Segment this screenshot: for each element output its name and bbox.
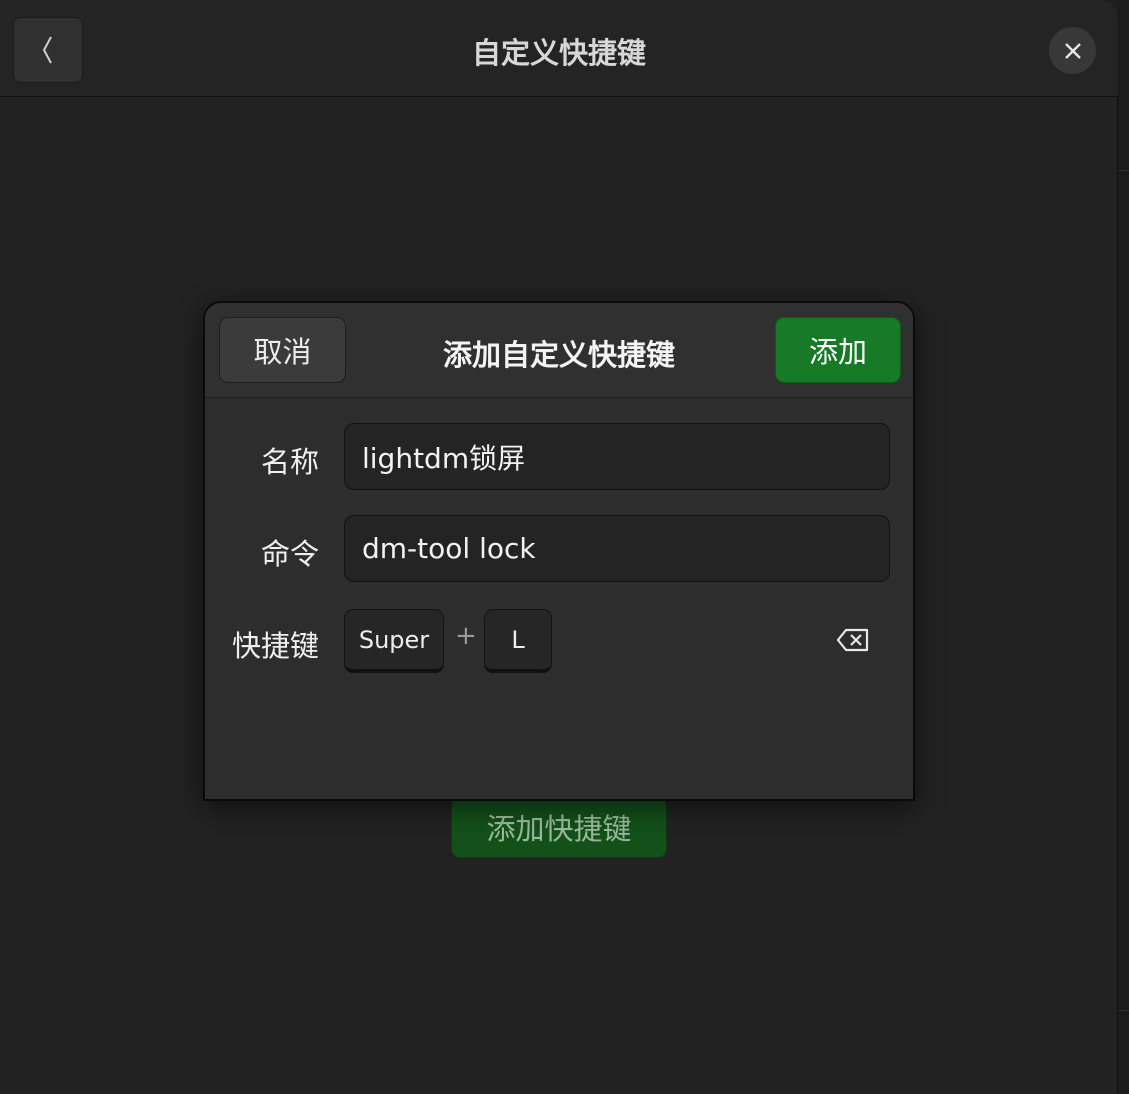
name-label: 名称 [260, 445, 319, 479]
backspace-icon [836, 628, 869, 652]
shortcut-label: 快捷键 [231, 629, 319, 663]
add-button[interactable]: 添加 [775, 317, 901, 383]
header-bar: 自定义快捷键 [0, 0, 1118, 97]
close-icon [1064, 42, 1081, 59]
key-l[interactable]: L [484, 609, 552, 673]
background-window-edge [1118, 0, 1129, 1094]
close-button[interactable] [1049, 27, 1096, 74]
add-custom-shortcut-dialog: 取消 添加自定义快捷键 添加 名称 lightdm锁屏 命令 dm-tool l… [203, 301, 915, 801]
command-label: 命令 [260, 537, 319, 571]
command-field[interactable]: dm-tool lock [344, 515, 890, 582]
dialog-header: 取消 添加自定义快捷键 添加 [205, 303, 913, 398]
add-shortcut-button[interactable]: 添加快捷键 [451, 796, 667, 858]
name-value: lightdm锁屏 [362, 441, 526, 475]
key-super[interactable]: Super [344, 609, 444, 673]
command-value: dm-tool lock [362, 532, 536, 565]
page-title: 自定义快捷键 [471, 36, 646, 70]
clear-shortcut-button[interactable] [835, 625, 871, 655]
name-field[interactable]: lightdm锁屏 [344, 423, 890, 490]
plus-sign: + [455, 621, 477, 651]
